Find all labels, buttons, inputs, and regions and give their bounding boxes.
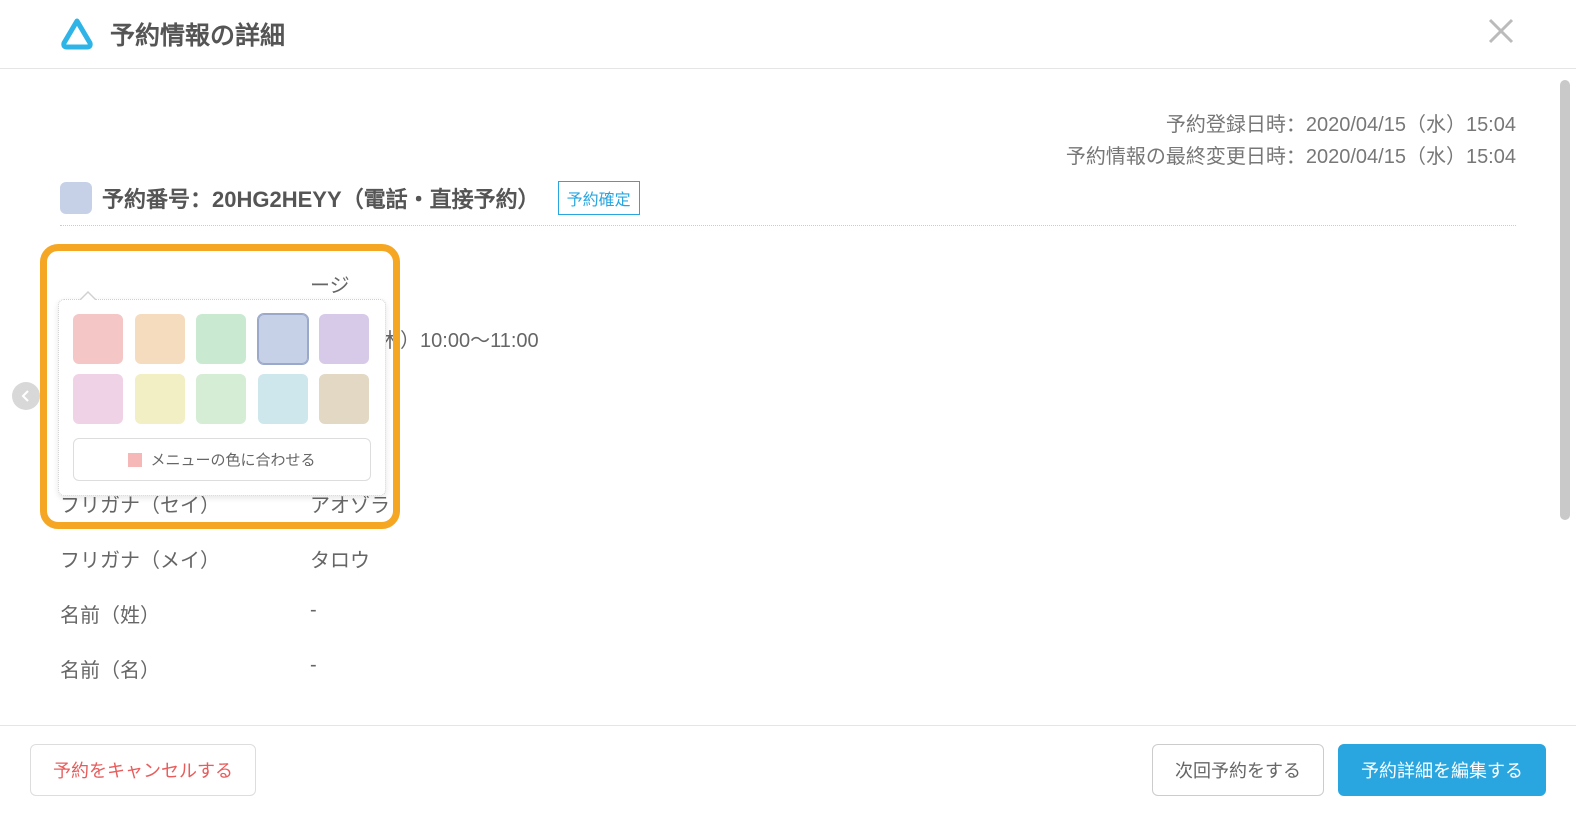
page-title: 予約情報の詳細	[110, 16, 285, 52]
color-swatch[interactable]	[196, 314, 246, 364]
detail-label: フリガナ（メイ）	[60, 544, 310, 573]
next-reservation-button[interactable]: 次回予約をする	[1152, 744, 1324, 796]
mini-swatch-icon	[128, 453, 142, 467]
updated-label: 予約情報の最終変更日時：	[1066, 146, 1306, 168]
prev-arrow-button[interactable]	[12, 382, 40, 410]
reservation-number: 予約番号：20HG2HEYY（電話・直接予約）	[102, 182, 540, 214]
registered-value: 2020/04/15（水）15:04	[1306, 114, 1516, 136]
modal-header: 予約情報の詳細	[0, 0, 1576, 69]
color-swatch[interactable]	[319, 314, 369, 364]
detail-value: ージ	[310, 269, 1516, 298]
detail-value: -	[310, 599, 1516, 628]
divider	[60, 225, 1516, 226]
color-swatch[interactable]	[319, 374, 369, 424]
detail-label: 名前（名）	[60, 654, 310, 679]
detail-value: 04/16（木）10:00〜11:00	[310, 324, 1516, 353]
edit-reservation-button[interactable]: 予約詳細を編集する	[1338, 744, 1546, 796]
reservation-header: 予約番号：20HG2HEYY（電話・直接予約） 予約確定	[60, 181, 1516, 215]
cancel-reservation-button[interactable]: 予約をキャンセルする	[30, 744, 256, 796]
color-swatch[interactable]	[135, 314, 185, 364]
detail-value: 3,000円	[310, 434, 1516, 463]
detail-value: アオゾラ	[310, 489, 1516, 518]
color-chip-button[interactable]	[60, 182, 92, 214]
detail-label	[60, 269, 310, 298]
registered-label: 予約登録日時：	[1166, 114, 1306, 136]
scrollbar[interactable]	[1560, 80, 1570, 520]
color-swatch[interactable]	[73, 314, 123, 364]
modal-body: 予約登録日時：2020/04/15（水）15:04 予約情報の最終変更日時：20…	[0, 69, 1576, 679]
meta-block: 予約登録日時：2020/04/15（水）15:04 予約情報の最終変更日時：20…	[60, 109, 1516, 173]
swatch-grid	[73, 314, 371, 424]
detail-row: 名前（名）-	[60, 641, 1516, 679]
match-menu-label: メニューの色に合わせる	[150, 449, 315, 470]
detail-row: フリガナ（メイ）タロウ	[60, 531, 1516, 586]
status-badge: 予約確定	[558, 181, 640, 215]
color-swatch[interactable]	[135, 374, 185, 424]
color-swatch[interactable]	[73, 374, 123, 424]
color-picker-popover: メニューの色に合わせる	[58, 299, 386, 496]
app-logo-icon	[60, 17, 94, 51]
detail-value: タロウ	[310, 544, 1516, 573]
color-swatch[interactable]	[258, 314, 308, 364]
color-swatch[interactable]	[258, 374, 308, 424]
footer-right: 次回予約をする 予約詳細を編集する	[1152, 744, 1546, 796]
detail-value: 生	[310, 379, 1516, 408]
detail-row: 名前（姓）-	[60, 586, 1516, 641]
updated-value: 2020/04/15（水）15:04	[1306, 146, 1516, 168]
detail-value: -	[310, 654, 1516, 679]
header-left: 予約情報の詳細	[60, 16, 285, 52]
match-menu-color-button[interactable]: メニューの色に合わせる	[73, 438, 371, 481]
close-icon[interactable]	[1486, 16, 1516, 52]
color-swatch[interactable]	[196, 374, 246, 424]
detail-label: 名前（姓）	[60, 599, 310, 628]
modal-footer: 予約をキャンセルする 次回予約をする 予約詳細を編集する	[0, 725, 1576, 814]
